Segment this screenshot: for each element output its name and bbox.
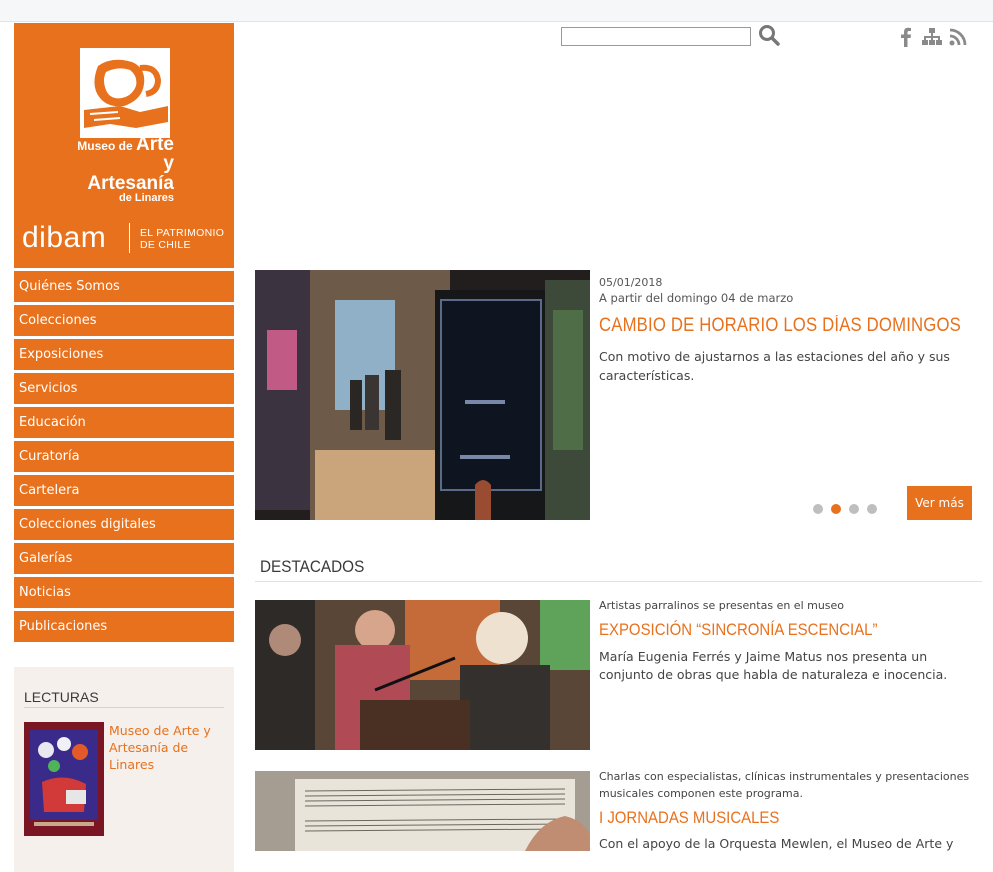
menu-item-cartelera[interactable]: Cartelera [14, 475, 234, 506]
slider-dot-2[interactable] [831, 504, 841, 514]
dibam-tagline-1: EL PATRIMONIO [140, 227, 225, 239]
news-title-link-1[interactable]: EXPOSICIÓN “SINCRONÍA ESCENCIAL” [599, 620, 877, 640]
book-cover-art [24, 722, 104, 836]
news-image-2[interactable] [255, 771, 590, 851]
search-input[interactable] [561, 27, 751, 46]
museum-name-line3: de Linares [118, 192, 174, 205]
news-description-1: María Eugenia Ferrés y Jaime Matus nos p… [599, 649, 948, 682]
slider-dot-4[interactable] [867, 504, 877, 514]
dibam-tagline: EL PATRIMONIO DE CHILE [140, 227, 224, 251]
menu-item-noticias[interactable]: Noticias [14, 577, 234, 608]
facebook-icon[interactable] [895, 26, 917, 48]
news-title-link-2[interactable]: I JORNADAS MUSICALES [599, 808, 779, 828]
museum-name-line2: y Artesanía [87, 153, 174, 194]
vessel-hand-logo-icon [80, 48, 170, 138]
slide-subtitle: A partir del domingo 04 de marzo [599, 291, 794, 305]
menu-item-exposiciones[interactable]: Exposiciones [14, 339, 234, 370]
left-column: Museo de Arte y Artesanía de Linares dib… [14, 23, 234, 872]
sheet-music-photo [255, 771, 590, 851]
slider-dot-3[interactable] [849, 504, 859, 514]
slide-description: Con motivo de ajustarnos a las estacione… [599, 349, 950, 383]
lecturas-body: Museo de Arte y Artesanía de Linares [24, 722, 224, 852]
menu-item-servicios[interactable]: Servicios [14, 373, 234, 404]
news-kicker-2: Charlas con especialistas, clínicas inst… [599, 770, 970, 800]
dibam-separator [129, 223, 130, 253]
slide-date: 05/01/2018 [599, 276, 663, 289]
museum-name: Museo de Arte y Artesanía de Linares [74, 135, 174, 204]
dibam-wordmark: dibam [22, 221, 107, 254]
museum-logo[interactable]: Museo de Arte y Artesanía de Linares dib… [14, 23, 234, 268]
rss-icon[interactable] [947, 26, 969, 48]
destacados-divider [255, 581, 982, 582]
lecturas-title: LECTURAS [24, 689, 224, 708]
news-kicker-1: Artistas parralinos se presentas en el m… [599, 599, 845, 612]
news-description-2: Con el apoyo de la Orquesta Mewlen, el M… [599, 836, 954, 851]
slide-title-link[interactable]: CAMBIO DE HORARIO LOS DÍAS DOMINGOS [599, 315, 961, 337]
dibam-logo: dibam EL PATRIMONIO DE CHILE [22, 220, 228, 256]
slider-dot-1[interactable] [813, 504, 823, 514]
lecturas-panel: LECTURAS Museo de Arte y Artesanía de Li… [14, 667, 234, 872]
menu-item-colecciones[interactable]: Colecciones [14, 305, 234, 336]
museum-name-big: Arte [135, 134, 174, 155]
exhibition-hall-photo [255, 270, 590, 520]
book-cover-image[interactable] [24, 722, 104, 836]
search-icon[interactable] [758, 24, 782, 46]
menu-item-galerias[interactable]: Galerías [14, 543, 234, 574]
book-title-link[interactable]: Museo de Arte y Artesanía de Linares [109, 722, 219, 773]
menu-item-curatoria[interactable]: Curatoría [14, 441, 234, 472]
menu-item-quienes-somos[interactable]: Quiénes Somos [14, 271, 234, 302]
dibam-tagline-2: DE CHILE [140, 239, 191, 251]
ver-mas-button[interactable]: Ver más [907, 486, 972, 520]
sitemap-icon[interactable] [921, 26, 943, 48]
destacados-title: DESTACADOS [260, 557, 365, 576]
exhibition-opening-photo [255, 600, 590, 750]
slide-image[interactable] [255, 270, 590, 520]
menu-item-colecciones-digitales[interactable]: Colecciones digitales [14, 509, 234, 540]
browser-top-strip [0, 0, 993, 22]
news-image-1[interactable] [255, 600, 590, 750]
menu-item-publicaciones[interactable]: Publicaciones [14, 611, 234, 642]
museum-name-small: Museo de [77, 139, 133, 153]
main-menu: Quiénes Somos Colecciones Exposiciones S… [14, 271, 234, 642]
menu-item-educacion[interactable]: Educación [14, 407, 234, 438]
